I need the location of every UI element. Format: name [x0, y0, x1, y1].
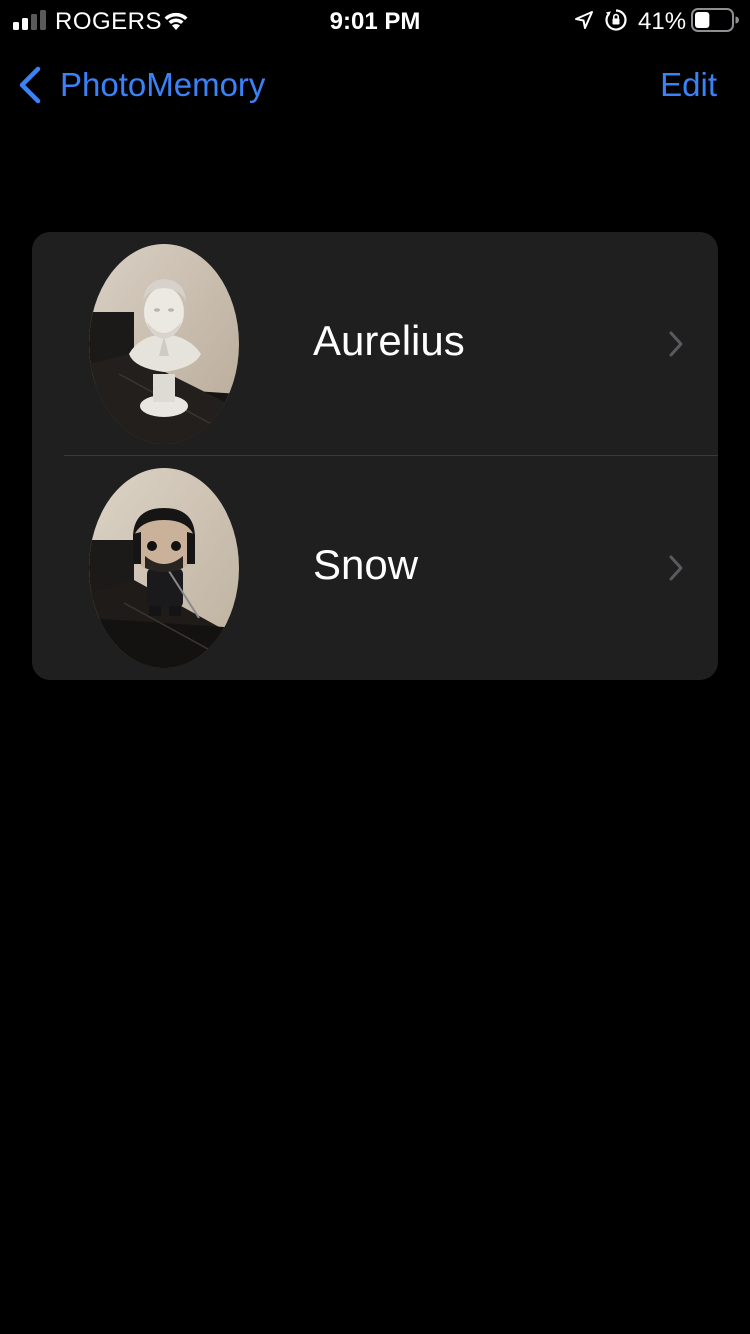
chevron-right-icon [669, 331, 683, 357]
list-item-label: Snow [313, 541, 419, 588]
list-item-snow[interactable]: Snow [32, 456, 718, 680]
back-button[interactable]: PhotoMemory [16, 60, 265, 110]
navigation-bar: PhotoMemory Edit [0, 60, 750, 110]
orientation-lock-icon [605, 9, 627, 31]
snow-thumbnail [89, 468, 239, 668]
chevron-left-icon [19, 66, 41, 104]
list-item-aurelius[interactable]: Aurelius [32, 232, 718, 456]
list-item-label: Aurelius [313, 317, 465, 364]
memory-list: Aurelius Snow [32, 232, 718, 680]
status-bar: ROGERS 9:01 PM 41% [0, 0, 750, 40]
back-button-label: PhotoMemory [60, 66, 266, 103]
battery-percent: 41% [638, 8, 687, 35]
edit-button[interactable]: Edit [660, 60, 717, 110]
chevron-right-icon [669, 555, 683, 581]
location-icon [575, 11, 593, 29]
aurelius-thumbnail [89, 244, 239, 444]
battery-icon [691, 8, 739, 32]
